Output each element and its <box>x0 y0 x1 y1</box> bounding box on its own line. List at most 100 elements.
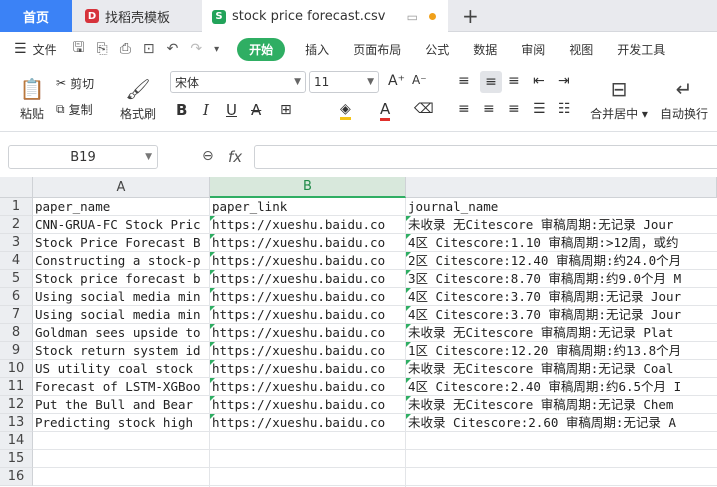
tab-file[interactable]: S stock price forecast.csv ▭ <box>202 0 448 33</box>
italic-icon[interactable]: I <box>203 101 209 119</box>
row-header[interactable]: 3 <box>0 234 33 252</box>
cell-b[interactable]: https://xueshu.baidu.co <box>210 234 405 252</box>
menu-file[interactable]: ☰ 文件 <box>14 41 57 58</box>
zoom-icon[interactable]: ⊖ <box>202 148 214 164</box>
cell-b[interactable]: https://xueshu.baidu.co <box>210 324 405 342</box>
strikethrough-icon[interactable]: A <box>251 101 261 119</box>
cell-a[interactable]: US utility coal stock <box>33 360 209 378</box>
cell-c[interactable]: 4区 Citescore:2.40 审稿周期:约6.5个月 I <box>406 378 717 396</box>
row-header[interactable]: 12 <box>0 396 33 414</box>
row-header[interactable]: 10 <box>0 360 33 378</box>
cell-c[interactable] <box>406 450 717 468</box>
cell-b[interactable] <box>210 468 405 486</box>
row-header[interactable]: 7 <box>0 306 33 324</box>
cell-a[interactable]: Using social media min <box>33 288 209 306</box>
tab-template[interactable]: D 找稻壳模板 <box>73 0 201 32</box>
row-header[interactable]: 8 <box>0 324 33 342</box>
align-center-icon[interactable]: ≡ <box>483 101 495 117</box>
format-painter-button[interactable]: 🖌 格式刷 <box>118 71 158 127</box>
cell-c[interactable] <box>406 432 717 450</box>
cell-c[interactable]: 2区 Citescore:12.40 审稿周期:约24.0个月 <box>406 252 717 270</box>
cell-a[interactable] <box>33 468 209 486</box>
cell-c[interactable]: journal_name <box>406 198 717 216</box>
cell-c[interactable]: 未收录 Citescore:2.60 审稿周期:无记录 A <box>406 414 717 432</box>
cell-a[interactable] <box>33 450 209 468</box>
justify-icon[interactable]: ☰ <box>533 101 546 117</box>
menu-formula[interactable]: 公式 <box>425 41 449 58</box>
cell-b[interactable] <box>210 432 405 450</box>
decrease-font-icon[interactable]: A⁻ <box>412 73 427 87</box>
row-header[interactable]: 1 <box>0 198 33 216</box>
menu-developer[interactable]: 开发工具 <box>617 41 665 58</box>
eraser-icon[interactable]: ⌫ <box>414 101 434 117</box>
align-middle-icon[interactable]: ≡ <box>480 71 502 93</box>
cell-b[interactable]: https://xueshu.baidu.co <box>210 342 405 360</box>
new-tab-button[interactable]: + <box>462 4 479 28</box>
cell-b[interactable]: https://xueshu.baidu.co <box>210 216 405 234</box>
cell-a[interactable]: Put the Bull and Bear <box>33 396 209 414</box>
cell-c[interactable]: 未收录 无Citescore 审稿周期:无记录 Jour <box>406 216 717 234</box>
cell-a[interactable]: paper_name <box>33 198 209 216</box>
row-header[interactable]: 4 <box>0 252 33 270</box>
row-header[interactable]: 14 <box>0 432 33 450</box>
menu-data[interactable]: 数据 <box>473 41 497 58</box>
cell-a[interactable]: Stock price forecast b <box>33 270 209 288</box>
select-all-corner[interactable] <box>0 177 33 198</box>
tab-window-icon[interactable]: ▭ <box>407 10 418 24</box>
menu-view[interactable]: 视图 <box>569 41 593 58</box>
cell-a[interactable]: CNN-GRUA-FC Stock Pric <box>33 216 209 234</box>
cell-b[interactable]: https://xueshu.baidu.co <box>210 378 405 396</box>
cell-b[interactable]: https://xueshu.baidu.co <box>210 396 405 414</box>
row-header[interactable]: 15 <box>0 450 33 468</box>
row-header[interactable]: 9 <box>0 342 33 360</box>
row-header[interactable]: 16 <box>0 468 33 486</box>
row-header[interactable]: 2 <box>0 216 33 234</box>
row-header[interactable]: 11 <box>0 378 33 396</box>
cell-c[interactable]: 4区 Citescore:1.10 审稿周期:>12周，或约 <box>406 234 717 252</box>
row-header[interactable]: 6 <box>0 288 33 306</box>
cell-b[interactable] <box>210 450 405 468</box>
cell-a[interactable]: Stock Price Forecast B <box>33 234 209 252</box>
cell-a[interactable]: Constructing a stock-p <box>33 252 209 270</box>
export-icon[interactable]: ⎘ <box>97 41 108 57</box>
font-size-select[interactable]: 11 ▼ <box>309 71 379 93</box>
fx-icon[interactable]: fx <box>228 148 242 166</box>
cell-b[interactable]: https://xueshu.baidu.co <box>210 360 405 378</box>
increase-font-icon[interactable]: A⁺ <box>388 73 405 89</box>
cell-b[interactable]: paper_link <box>210 198 405 216</box>
fill-color-icon[interactable]: ◈ <box>340 101 351 120</box>
cell-a[interactable]: Stock return system id <box>33 342 209 360</box>
align-right-icon[interactable]: ≡ <box>508 101 520 117</box>
border-icon[interactable]: ⊞ <box>280 102 292 118</box>
column-header-a[interactable]: A <box>33 177 210 198</box>
align-left-icon[interactable]: ≡ <box>458 101 470 117</box>
font-color-icon[interactable]: A <box>380 100 391 121</box>
row-header[interactable]: 5 <box>0 270 33 288</box>
distributed-icon[interactable]: ☷ <box>558 101 571 117</box>
underline-icon[interactable]: U <box>226 101 237 119</box>
name-box[interactable]: B19 ▼ <box>8 145 158 169</box>
indent-increase-icon[interactable]: ⇥ <box>558 73 570 89</box>
align-bottom-icon[interactable]: ≡ <box>508 73 520 89</box>
copy-button[interactable]: ⧉ 复制 <box>56 99 93 119</box>
undo-icon[interactable]: ↶ <box>167 41 179 57</box>
cell-c[interactable]: 未收录 无Citescore 审稿周期:无记录 Coal <box>406 360 717 378</box>
paste-button[interactable]: 📋 粘贴 <box>12 71 52 127</box>
wrap-text-button[interactable]: ↵ 自动换行 <box>654 71 714 127</box>
cell-c[interactable]: 1区 Citescore:12.20 审稿周期:约13.8个月 <box>406 342 717 360</box>
cell-c[interactable]: 未收录 无Citescore 审稿周期:无记录 Chem <box>406 396 717 414</box>
cell-a[interactable]: Using social media min <box>33 306 209 324</box>
cell-b[interactable]: https://xueshu.baidu.co <box>210 252 405 270</box>
cell-c[interactable] <box>406 468 717 486</box>
cell-c[interactable]: 4区 Citescore:3.70 审稿周期:无记录 Jour <box>406 288 717 306</box>
preview-icon[interactable]: ⊡ <box>143 41 155 57</box>
more-icon[interactable]: ▾ <box>214 44 219 55</box>
menu-review[interactable]: 审阅 <box>521 41 545 58</box>
cell-c[interactable]: 未收录 无Citescore 审稿周期:无记录 Plat <box>406 324 717 342</box>
cell-a[interactable] <box>33 432 209 450</box>
merge-center-button[interactable]: ⊟ 合并居中 ▾ <box>588 71 650 127</box>
column-header-b[interactable]: B <box>210 177 406 198</box>
menu-page-layout[interactable]: 页面布局 <box>353 41 401 58</box>
save-icon[interactable]: 🖫 <box>73 37 85 61</box>
cell-b[interactable]: https://xueshu.baidu.co <box>210 288 405 306</box>
